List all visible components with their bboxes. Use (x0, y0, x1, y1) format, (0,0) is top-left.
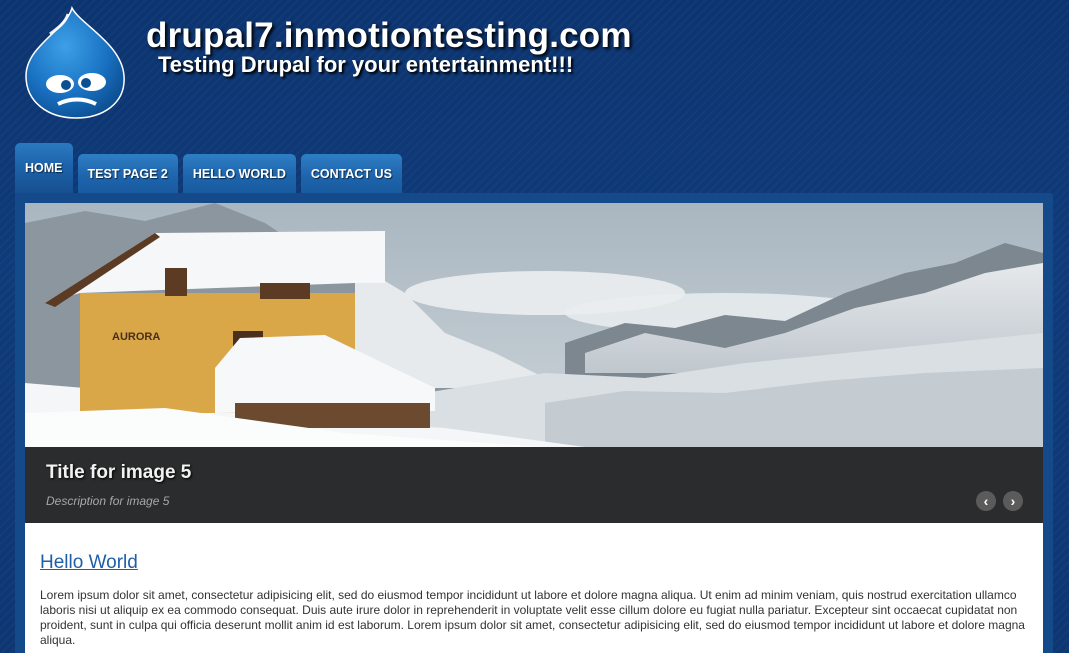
slide-caption: Title for image 5 Description for image … (25, 447, 1043, 523)
tab-home[interactable]: HOME (15, 143, 73, 194)
house-sign: AURORA (112, 331, 160, 343)
site-name[interactable]: drupal7.inmotiontesting.com (146, 16, 632, 56)
site-slogan: Testing Drupal for your entertainment!!! (158, 52, 574, 77)
article-body: Lorem ipsum dolor sit amet, consectetur … (40, 588, 1025, 647)
chevron-left-icon[interactable]: ‹ (976, 491, 996, 511)
slide-caption-description: Description for image 5 (46, 494, 170, 508)
main-content: Hello World Lorem ipsum dolor sit amet, … (25, 523, 1043, 653)
slideshow: AURORA Title for image 5 Description for… (25, 203, 1043, 523)
tab-test-page-2[interactable]: TEST PAGE 2 (77, 154, 178, 194)
tab-contact-us[interactable]: CONTACT US (300, 154, 402, 194)
chevron-right-icon[interactable]: › (1003, 491, 1023, 511)
article-title-link[interactable]: Hello World (40, 552, 138, 574)
main-menu: HOME TEST PAGE 2 HELLO WORLD CONTACT US (15, 142, 402, 194)
drupal-logo-icon[interactable] (22, 5, 130, 122)
tab-hello-world[interactable]: HELLO WORLD (182, 154, 296, 194)
slide-caption-title: Title for image 5 (46, 462, 192, 483)
